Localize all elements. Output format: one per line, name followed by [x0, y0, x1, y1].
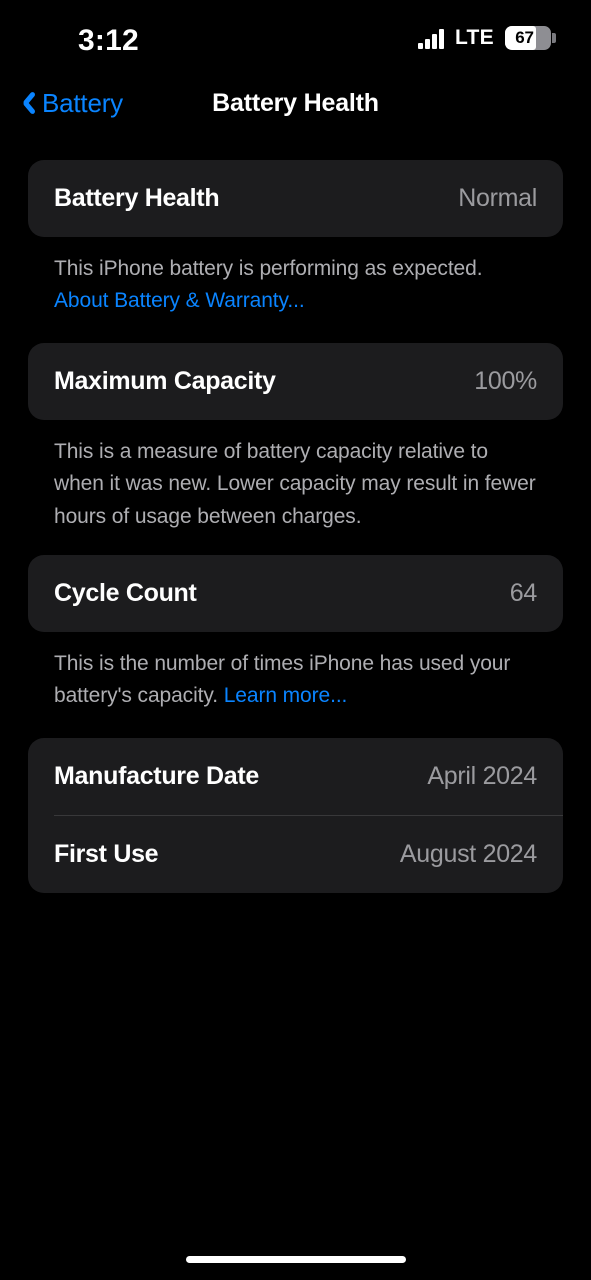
section-battery-health: Battery Health Normal: [28, 160, 563, 237]
row-cycle-count[interactable]: Cycle Count 64: [28, 555, 563, 632]
footnote-text: This iPhone battery is performing as exp…: [54, 257, 483, 280]
about-battery-warranty-link[interactable]: About Battery & Warranty...: [54, 289, 305, 312]
row-label: Battery Health: [54, 184, 220, 212]
row-maximum-capacity[interactable]: Maximum Capacity 100%: [28, 343, 563, 420]
page-title: Battery Health: [212, 88, 379, 117]
row-label: First Use: [54, 839, 159, 868]
status-bar-clock: 3:12: [78, 24, 139, 57]
row-value: August 2024: [399, 839, 537, 868]
home-indicator[interactable]: [185, 1256, 406, 1263]
section-cycle-count: Cycle Count 64: [28, 554, 563, 632]
status-bar-indicators: LTE 67: [418, 26, 556, 50]
footnote-maximum-capacity: This is a measure of battery capacity re…: [28, 420, 563, 532]
navigation-bar: Battery Battery Health: [0, 72, 591, 134]
settings-list: Battery Health Normal This iPhone batter…: [0, 160, 591, 893]
row-battery-health[interactable]: Battery Health Normal: [28, 160, 563, 237]
footnote-text: This is a measure of battery capacity re…: [54, 440, 536, 528]
row-value: 64: [509, 578, 538, 607]
learn-more-link[interactable]: Learn more...: [224, 684, 348, 707]
status-bar: 3:12 LTE 67: [0, 0, 591, 72]
footnote-cycle-count: This is the number of times iPhone has u…: [28, 632, 563, 712]
cellular-signal-icon: [418, 28, 444, 49]
row-value: April 2024: [427, 761, 537, 790]
footnote-battery-health: This iPhone battery is performing as exp…: [28, 237, 563, 317]
battery-percent-label: 67: [515, 28, 534, 47]
section-battery-dates: Manufacture Date April 2024 First Use Au…: [28, 737, 563, 893]
row-value: Normal: [458, 184, 537, 212]
row-label: Maximum Capacity: [54, 367, 276, 396]
cellular-network-label: LTE: [454, 26, 494, 49]
row-manufacture-date[interactable]: Manufacture Date April 2024: [28, 738, 563, 815]
battery-icon: 67: [505, 26, 556, 50]
row-label: Cycle Count: [54, 578, 197, 607]
section-maximum-capacity: Maximum Capacity 100%: [28, 343, 563, 421]
row-first-use[interactable]: First Use August 2024: [28, 816, 563, 893]
battery-cap-icon: [552, 33, 556, 43]
row-label: Manufacture Date: [54, 761, 259, 790]
row-value: 100%: [474, 367, 537, 396]
